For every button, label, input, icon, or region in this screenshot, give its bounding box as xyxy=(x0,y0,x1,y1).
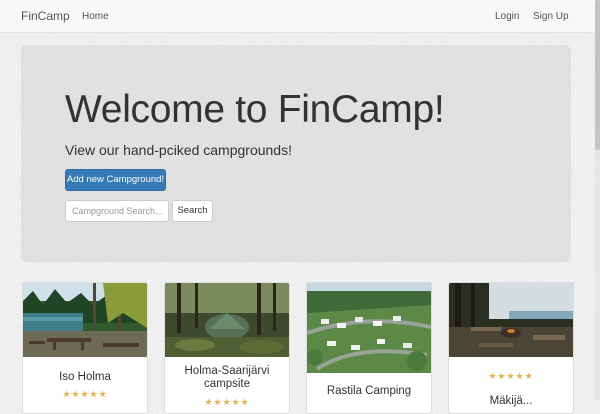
rating-stars: ★★★★★ xyxy=(488,371,534,381)
campground-image-lake-forest[interactable] xyxy=(23,283,147,357)
brand-logo[interactable]: FinCamp xyxy=(21,9,70,23)
campground-card-rastila[interactable]: Rastila Camping xyxy=(306,282,432,414)
campground-card-makijarvi[interactable]: Mäkijä... ★★★★★ xyxy=(448,282,574,414)
nav-signup-link[interactable]: Sign Up xyxy=(533,11,569,22)
campground-card-holma-saarijarvi[interactable]: Holma-Saarijärvi campsite ★★★★★ xyxy=(164,282,290,414)
campground-title[interactable]: Holma-Saarijärvi campsite xyxy=(165,365,289,391)
search-button[interactable]: Search xyxy=(172,200,213,222)
campground-search-input[interactable] xyxy=(65,200,169,222)
campground-title[interactable]: Mäkijä... xyxy=(449,395,573,408)
hero-title: Welcome to FinCamp! xyxy=(65,88,445,131)
add-campground-button[interactable]: Add new Campground! xyxy=(65,169,166,191)
campground-image-caravan-park[interactable] xyxy=(307,283,431,373)
rating-stars: ★★★★★ xyxy=(204,397,250,407)
nav-home-link[interactable]: Home xyxy=(82,11,109,22)
campground-title[interactable]: Iso Holma xyxy=(23,371,147,384)
hero-subtitle: View our hand-pciked campgrounds! xyxy=(65,142,292,158)
campground-title[interactable]: Rastila Camping xyxy=(307,385,431,398)
hero-jumbotron: Welcome to FinCamp! View our hand-pciked… xyxy=(21,45,571,262)
campground-image-tent-forest[interactable] xyxy=(165,283,289,357)
page-scrollbar[interactable] xyxy=(595,0,600,400)
campground-card-iso-holma[interactable]: Iso Holma ★★★★★ xyxy=(22,282,148,414)
campground-image-fire-pit[interactable] xyxy=(449,283,573,357)
nav-login-link[interactable]: Login xyxy=(495,11,519,22)
scrollbar-thumb[interactable] xyxy=(595,0,600,150)
rating-stars: ★★★★★ xyxy=(62,389,108,399)
navbar: FinCamp Home Login Sign Up xyxy=(0,0,600,33)
